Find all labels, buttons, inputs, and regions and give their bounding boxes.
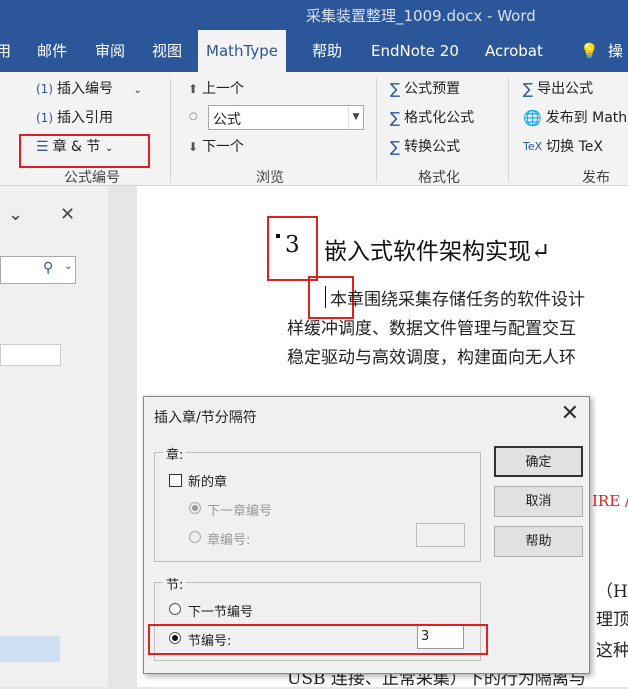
chapter-number-radio[interactable] [189, 531, 201, 543]
title-bar: 采集装置整理_1009.docx - Word [0, 0, 628, 30]
tab-review[interactable]: 审阅 [95, 30, 125, 72]
toggle-tex-button[interactable]: TeX 切换 TeX [523, 135, 603, 159]
browse-type-combo[interactable]: 公式 ▼ [208, 105, 364, 130]
ribbon-separator [508, 78, 509, 182]
window-title: 采集装置整理_1009.docx - Word [306, 7, 536, 25]
tab-tell-me[interactable]: 操 [608, 30, 623, 72]
highlight-chapter-number [267, 216, 318, 281]
insert-reference-icon: (1) [36, 111, 53, 125]
group-browse: 浏览 [256, 170, 284, 186]
dialog-title: 插入章/节分隔符 [154, 410, 257, 426]
insert-reference-label: 插入引用 [57, 110, 113, 126]
highlight-section-number [148, 624, 488, 655]
body-line-3: 稳定驱动与高效调度，构建面向无人环 [287, 348, 576, 368]
close-icon[interactable]: ✕ [60, 204, 75, 225]
chevron-down-icon[interactable]: ⌄ [8, 204, 23, 225]
dropdown-arrow-icon[interactable]: ▼ [348, 106, 363, 129]
next-label: 下一个 [202, 139, 245, 155]
equation-preset-label: 公式预置 [404, 81, 461, 97]
nav-heading-item[interactable] [0, 344, 61, 366]
browse-type-value: 公式 [213, 112, 241, 128]
search-input[interactable]: ⚲ ⌄ [0, 256, 76, 284]
toggle-tex-label: 切换 TeX [546, 139, 603, 155]
export-equation-label: 导出公式 [537, 81, 594, 97]
insert-number-button[interactable]: (1) 插入编号 ⌄ [36, 77, 142, 101]
tab-help[interactable]: 帮助 [312, 30, 342, 72]
convert-equation-label: 转换公式 [404, 139, 461, 155]
tab-mathtype[interactable]: MathType [198, 30, 286, 72]
insert-number-label: 插入编号 [57, 81, 113, 97]
previous-button[interactable]: ⬆ 上一个 [188, 77, 244, 101]
export-icon: ∑ [523, 80, 534, 98]
section-group-label: 节: [163, 574, 187, 593]
cancel-button[interactable]: 取消 [494, 486, 583, 517]
highlight-chapter-section [19, 134, 150, 168]
tab-view[interactable]: 视图 [152, 30, 182, 72]
next-section-number-label: 下一节编号 [188, 605, 254, 620]
up-arrow-icon: ⬆ [188, 82, 199, 96]
ribbon-separator [170, 78, 171, 182]
tab-mailings[interactable]: 邮件 [37, 30, 67, 72]
ribbon: (1) 插入编号 ⌄ (1) 插入引用 ☰ 章 & 节 ⌄ 公式编号 ⬆ 上一个 ○ 公… [0, 72, 628, 186]
publish-button[interactable]: 🌐 发布到 Math [523, 106, 627, 130]
insert-reference-button[interactable]: (1) 插入引用 [36, 106, 113, 130]
body-line-1: 本章围绕采集存储任务的软件设计 [330, 290, 585, 310]
new-chapter-label: 新的章 [188, 475, 228, 490]
tab-cut[interactable]: 用 [0, 30, 11, 72]
sigma-icon: ∑ [390, 80, 401, 98]
format-icon: ∑ [390, 109, 401, 127]
circle-icon: ○ [189, 111, 198, 122]
group-format: 格式化 [418, 170, 460, 186]
tex-icon: TeX [523, 140, 543, 153]
red-text-fragment: IRE / [592, 492, 628, 510]
next-chapter-number-radio[interactable] [189, 502, 201, 514]
format-equation-label: 格式化公式 [404, 110, 475, 126]
chevron-down-icon[interactable]: ⌄ [133, 85, 141, 96]
chapter-group-label: 章: [163, 444, 187, 463]
down-arrow-icon: ⬇ [188, 140, 199, 154]
help-button[interactable]: 帮助 [494, 526, 583, 557]
body-line-2: 样缓冲调度、数据文件管理与配置交互 [287, 319, 576, 339]
text-cursor [325, 286, 326, 308]
tab-acrobat[interactable]: Acrobat [485, 30, 543, 72]
new-chapter-checkbox[interactable] [169, 474, 182, 487]
format-equation-button[interactable]: ∑ 格式化公式 [390, 106, 474, 130]
ribbon-tab-bar: 用 邮件 审阅 视图 MathType 帮助 EndNote 20 Acroba… [0, 30, 628, 72]
tab-endnote[interactable]: EndNote 20 [371, 30, 459, 72]
search-icon[interactable]: ⚲ [43, 260, 53, 276]
convert-equation-button[interactable]: ∑ 转换公式 [390, 135, 460, 159]
publish-label: 发布到 Math [545, 110, 628, 126]
group-equation-number: 公式编号 [64, 170, 120, 186]
convert-icon: ∑ [390, 138, 401, 156]
chapter-heading: 嵌入式软件架构实现↵ [324, 239, 551, 265]
nav-selected-item[interactable] [0, 636, 60, 662]
chevron-down-icon[interactable]: ⌄ [64, 261, 72, 272]
globe-icon: 🌐 [523, 109, 542, 127]
chapter-group: 章: 新的章 下一章编号 章编号: [154, 444, 481, 562]
ok-button[interactable]: 确定 [494, 446, 583, 477]
previous-label: 上一个 [202, 81, 245, 97]
ribbon-separator [376, 78, 377, 182]
body-fragment-3: 这种 [596, 641, 628, 661]
pane-divider [108, 186, 137, 687]
next-section-number-radio[interactable] [169, 603, 181, 615]
insert-number-icon: (1) [36, 82, 53, 96]
chapter-number-label: 章编号: [207, 533, 251, 548]
body-fragment-2: 理顶 [596, 610, 628, 630]
group-publish: 发布 [582, 170, 610, 186]
chapter-number-input[interactable] [416, 523, 465, 547]
equation-preset-button[interactable]: ∑ 公式预置 [390, 77, 460, 101]
next-button[interactable]: ⬇ 下一个 [188, 135, 244, 159]
next-chapter-number-label: 下一章编号 [207, 504, 273, 519]
body-fragment-1: （Hi [596, 582, 628, 602]
export-equation-button[interactable]: ∑ 导出公式 [523, 77, 593, 101]
lightbulb-icon[interactable]: 💡 [580, 30, 599, 72]
close-icon[interactable]: ✕ [561, 401, 579, 426]
